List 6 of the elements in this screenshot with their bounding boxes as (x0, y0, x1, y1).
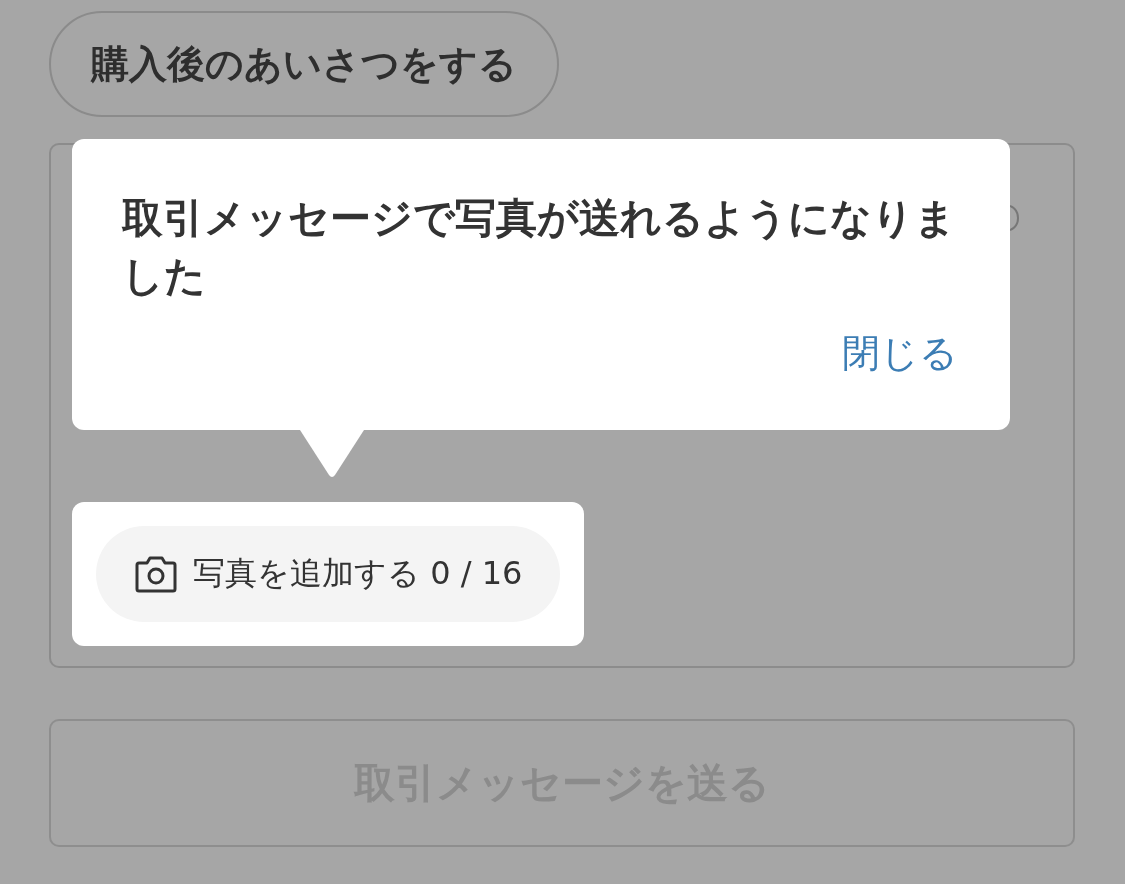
close-link[interactable]: 閉じる (842, 328, 958, 378)
tooltip-pointer (300, 430, 364, 478)
camera-icon (135, 555, 177, 593)
add-photo-button[interactable]: 写真を追加する 0 / 16 (96, 526, 561, 622)
greeting-button[interactable]: 購入後のあいさつをする (49, 11, 559, 117)
tooltip-message: 取引メッセージで写真が送れるようになりました (122, 193, 957, 302)
